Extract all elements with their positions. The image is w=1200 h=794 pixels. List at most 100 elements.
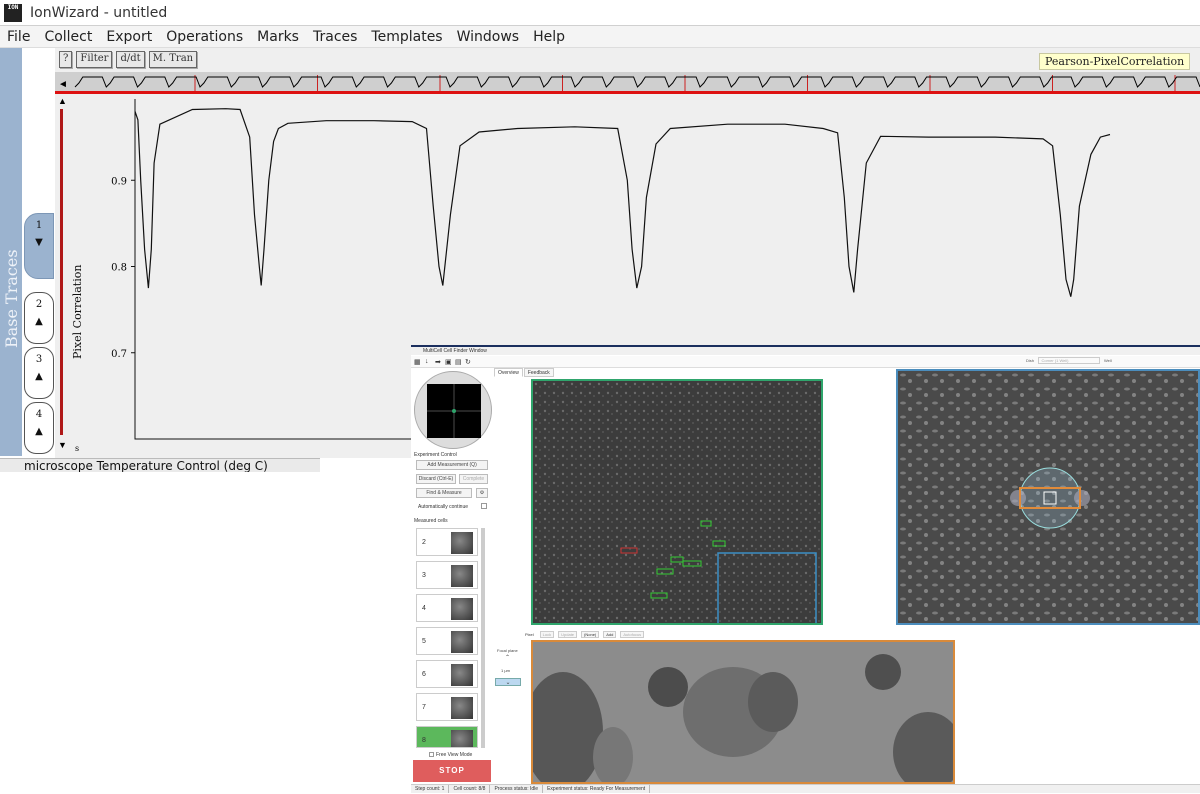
auto-continue-label: Automatically continue [418,504,469,510]
live-camera-image[interactable] [531,640,955,784]
chevron-down-icon[interactable]: ⌄ [495,678,521,686]
menu-windows[interactable]: Windows [450,29,527,45]
tab-feedback[interactable]: Feedback [523,368,554,377]
settings-gear-icon[interactable]: ⚙ [476,488,488,498]
trace-name-tag[interactable]: Pearson-PixelCorrelation [1039,53,1191,70]
trace-tab-2[interactable]: 2 ▲ [24,292,54,344]
preset-select[interactable]: (None) [581,631,600,638]
app-icon: ION [4,3,22,22]
scroll-down-icon[interactable]: ▼ [58,440,67,450]
add-button[interactable]: Add [603,631,617,638]
menu-traces[interactable]: Traces [306,29,364,45]
multicell-status-bar: Step count: 1 Cell count: 8/8 Process st… [411,784,1200,793]
detail-image[interactable] [896,369,1200,625]
time-unit-label: s [75,444,79,453]
status-text: microscope Temperature Control (deg C) [24,459,268,472]
auto-continue-checkbox[interactable] [481,503,487,509]
trace-tab-label: 2 [35,299,43,310]
trace-tab-label: 1 [35,220,43,231]
free-view-checkbox[interactable] [429,752,434,757]
base-traces-sidebar: Base Traces [0,48,22,456]
chevron-up-icon: ▲ [35,316,43,327]
step-count: Step count: 1 [411,785,450,793]
stop-button[interactable]: STOP [413,760,491,782]
menu-collect[interactable]: Collect [37,29,99,45]
trace-tab-3[interactable]: 3 ▲ [24,347,54,399]
arrow-icon[interactable]: ➡ [435,358,441,366]
tab-overview[interactable]: Overview [494,368,523,377]
menu-bar: File Collect Export Operations Marks Tra… [0,26,1200,48]
complete-button[interactable]: Complete [459,474,488,484]
focal-value: 1 µm [501,668,510,673]
list-item[interactable]: 3 [416,561,478,589]
list-item[interactable]: 6 [416,660,478,688]
base-traces-label: Base Traces [2,249,21,348]
down-icon[interactable]: ↓ [425,358,429,365]
chevron-up-icon[interactable]: ⌃ [505,654,510,661]
list-item[interactable]: 7 [416,693,478,721]
scroll-up-icon[interactable]: ▲ [58,96,67,106]
focal-plane-panel: Focal plane ⌃ 1 µm ⌄ [493,640,531,784]
update-button[interactable]: Update [558,631,578,638]
list-item[interactable]: 2 [416,528,478,556]
add-measurement-button[interactable]: Add Measurement (Q) [416,460,488,470]
mtran-button[interactable]: M. Tran [148,51,198,68]
dish-map[interactable] [414,371,492,449]
menu-marks[interactable]: Marks [250,29,306,45]
derivative-button[interactable]: d/dt [116,51,145,68]
help-button[interactable]: ? [59,51,73,68]
y-tick-label: 0.9 [111,176,127,187]
focus-toolbar: Pixel Lock Update (None) Add Autofocus [523,630,648,639]
cell-thumbnail [451,631,473,653]
chevron-up-icon: ▲ [35,371,43,382]
trace-tab-1[interactable]: 1 ▼ [24,213,54,279]
scroll-left-icon[interactable]: ◄ [58,79,68,90]
grid-icon[interactable]: ▦ [414,358,421,366]
vertical-scrollbar[interactable] [60,109,63,435]
autofocus-button[interactable]: Autofocus [620,631,645,638]
find-measure-button[interactable]: Find & Measure [416,488,472,498]
lock-button[interactable]: Lock [539,631,555,638]
trace-tabs: 1 ▼ 2 ▲ 3 ▲ 4 ▲ [22,48,55,458]
window-title: IonWizard - untitled [30,4,168,21]
multicell-window: MultiCell Cell Finder Window ▦ ↓ ➡ ▣ ▤ ↻… [411,345,1200,793]
pixel-label: Pixel [525,632,534,637]
cell-thumbnail [451,565,473,587]
cell-thumbnail [451,697,473,719]
cell-thumbnail [451,598,473,620]
overview-strip[interactable]: ◄ [55,72,1200,94]
cell-count: Cell count: 8/8 [449,785,491,793]
cell-thumbnail [451,532,473,554]
trace-tab-4[interactable]: 4 ▲ [24,402,54,454]
plot-toolbar: ? Filter d/dt M. Tran [55,51,201,71]
chevron-up-icon: ▲ [35,426,43,437]
experiment-control-label: Experiment Control [414,452,457,458]
cell-thumbnail [451,730,473,747]
list-item[interactable]: 5 [416,627,478,655]
experiment-control-panel: Experiment Control Add Measurement (Q) D… [411,452,493,792]
experiment-status: Experiment status: Ready For Measurement [543,785,651,793]
list-item[interactable]: 4 [416,594,478,622]
trace-tab-label: 4 [35,409,43,420]
chevron-down-icon: ▼ [35,237,43,248]
menu-templates[interactable]: Templates [364,29,449,45]
menu-file[interactable]: File [0,29,37,45]
y-axis-label: Pixel Correlation [71,265,84,359]
menu-help[interactable]: Help [526,29,572,45]
filter-button[interactable]: Filter [76,51,113,68]
y-tick-label: 0.7 [111,349,127,360]
disk-icon[interactable]: ▤ [455,358,462,366]
process-status: Process status: Idle [490,785,544,793]
title-bar: ION IonWizard - untitled [0,0,1200,26]
refresh-icon[interactable]: ↻ [465,358,471,366]
menu-operations[interactable]: Operations [159,29,250,45]
trace-tab-label: 3 [35,354,43,365]
list-item-selected[interactable]: 8 [416,726,478,748]
list-scrollbar[interactable] [481,528,485,748]
view-tabs: Overview Feedback [494,368,555,377]
menu-export[interactable]: Export [99,29,159,45]
dish-selector[interactable]: Dish Corner (1 Well) Well [1026,357,1112,364]
overview-image[interactable] [531,379,823,625]
save-icon[interactable]: ▣ [445,358,452,366]
discard-button[interactable]: Discard (Ctrl-E) [416,474,456,484]
